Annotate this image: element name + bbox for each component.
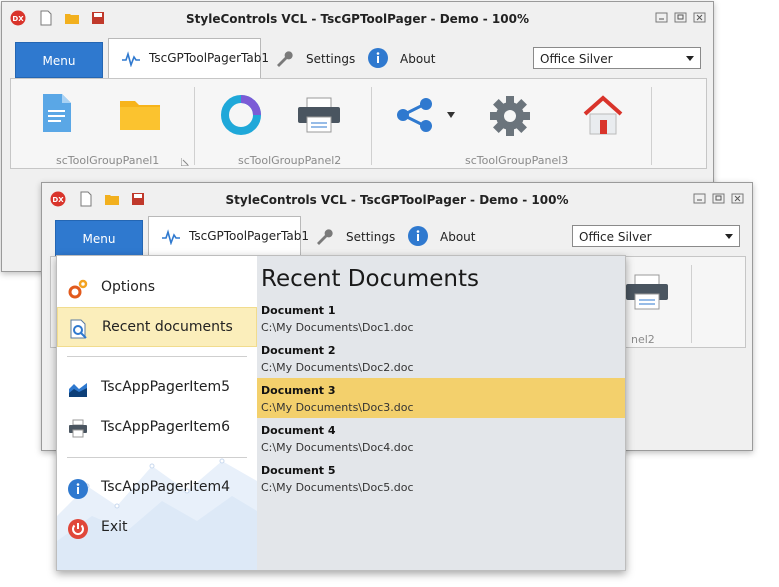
document-path: C:\My Documents\Doc3.doc [261,401,414,414]
menu-separator [67,356,247,357]
menu-item-label: TscAppPagerItem5 [101,379,231,395]
tab-label: TscGPToolPagerTab1 [149,51,269,65]
group-label-2: scToolGroupPanel2 [238,154,342,167]
group-label-3: scToolGroupPanel3 [465,154,569,167]
share-icon[interactable] [395,97,435,133]
tab-settings[interactable]: Settings [314,224,396,248]
settings-label: Settings [306,52,356,66]
group-separator [194,87,195,165]
document-item[interactable]: Document 1 C:\My Documents\Doc1.doc [257,298,625,338]
maximize-icon[interactable] [674,12,687,23]
wrench-icon [277,51,293,67]
close-icon[interactable] [693,12,706,23]
ribbon-panel: scToolGroupPanel1 scToolGroupPanel2 scTo… [10,78,707,169]
document-path: C:\My Documents\Doc4.doc [261,441,414,454]
gear-icon[interactable] [489,95,531,137]
menu-item-tscapppageritem6[interactable]: TscAppPagerItem6 [57,408,257,448]
chevron-down-icon [725,234,733,239]
document-name: Document 2 [261,344,336,357]
group-label-1: scToolGroupPanel1 [56,154,160,167]
dialog-launcher-icon[interactable] [181,158,189,166]
printer-icon[interactable] [297,97,341,133]
settings-label: Settings [346,230,396,244]
menu-item-recent-documents[interactable]: Recent documents [57,307,257,347]
document-item[interactable]: Document 2 C:\My Documents\Doc2.doc [257,338,625,378]
group-separator [691,265,692,343]
document-path: C:\My Documents\Doc5.doc [261,481,414,494]
menu-item-label: Options [101,279,156,295]
menu-item-label: Recent documents [102,319,233,335]
document-item[interactable]: Document 4 C:\My Documents\Doc4.doc [257,418,625,458]
recent-documents-title: Recent Documents [261,266,479,292]
document-search-icon [70,319,87,339]
tab-toolpager[interactable]: TscGPToolPagerTab1 [148,216,309,257]
pulse-icon [162,229,180,245]
front-titlebar: DX StyleControls VCL - TscGPToolPager - … [42,183,752,217]
dropdown-arrow-icon[interactable] [447,112,455,118]
group-separator [371,87,372,165]
app-menu-sidebar: Options Recent documents TscAppPagerItem… [57,256,257,570]
window-title: StyleControls VCL - TscGPToolPager - Dem… [186,12,529,26]
app-menu: Options Recent documents TscAppPagerItem… [56,255,626,571]
wrench-icon [317,229,333,245]
tab-settings[interactable]: Settings [274,46,356,70]
about-label: About [400,52,436,66]
group-separator [651,87,652,165]
tab-toolpager[interactable]: TscGPToolPagerTab1 [108,38,269,79]
menu-separator [67,457,247,458]
document-name: Document 4 [261,424,336,437]
tab-label: TscGPToolPagerTab1 [189,229,309,243]
menu-item-tscapppageritem5[interactable]: TscAppPagerItem5 [57,368,257,408]
donut-chart-icon[interactable] [221,95,261,135]
style-combo[interactable]: Office Silver [572,225,740,247]
window-title: StyleControls VCL - TscGPToolPager - Dem… [225,193,569,207]
style-combo[interactable]: Office Silver [533,47,701,69]
menu-item-label: Exit [101,519,128,535]
chart-icon [69,383,87,397]
minimize-icon[interactable] [655,12,668,23]
document-name: Document 5 [261,464,336,477]
document-icon[interactable] [41,93,73,133]
about-label: About [440,230,476,244]
printer-icon[interactable] [625,274,669,310]
document-path: C:\My Documents\Doc2.doc [261,361,414,374]
info-icon [68,479,88,499]
style-combo-value: Office Silver [579,230,652,244]
pulse-icon [122,51,140,67]
info-icon [368,48,388,68]
menu-item-label: TscAppPagerItem4 [101,479,231,495]
tab-about[interactable]: About [408,224,478,248]
minimize-icon[interactable] [693,193,706,204]
info-icon [408,226,428,246]
menu-item-label: TscAppPagerItem6 [101,419,231,435]
document-item[interactable]: Document 5 C:\My Documents\Doc5.doc [257,458,625,498]
group-label-partial: nel2 [631,333,655,346]
document-item-selected[interactable]: Document 3 C:\My Documents\Doc3.doc [257,378,625,418]
folder-icon[interactable] [119,97,161,131]
home-icon[interactable] [581,94,625,136]
menu-item-exit[interactable]: Exit [57,508,257,548]
tab-about[interactable]: About [368,46,438,70]
document-path: C:\My Documents\Doc1.doc [261,321,414,334]
chevron-down-icon [686,56,694,61]
printer-icon [69,419,87,438]
close-icon[interactable] [731,193,744,204]
maximize-icon[interactable] [712,193,725,204]
back-titlebar: DX StyleControls VCL - TscGPToolPager - … [2,2,713,36]
menu-item-tscapppageritem4[interactable]: TscAppPagerItem4 [57,468,257,508]
document-name: Document 3 [261,384,336,397]
document-name: Document 1 [261,304,336,317]
power-icon [68,519,88,539]
style-combo-value: Office Silver [540,52,613,66]
recent-documents-panel: Recent Documents Document 1 C:\My Docume… [257,256,625,570]
menu-item-options[interactable]: Options [57,268,257,308]
menu-button[interactable]: Menu [55,220,143,256]
menu-button[interactable]: Menu [15,42,103,78]
gears-icon [68,279,88,299]
